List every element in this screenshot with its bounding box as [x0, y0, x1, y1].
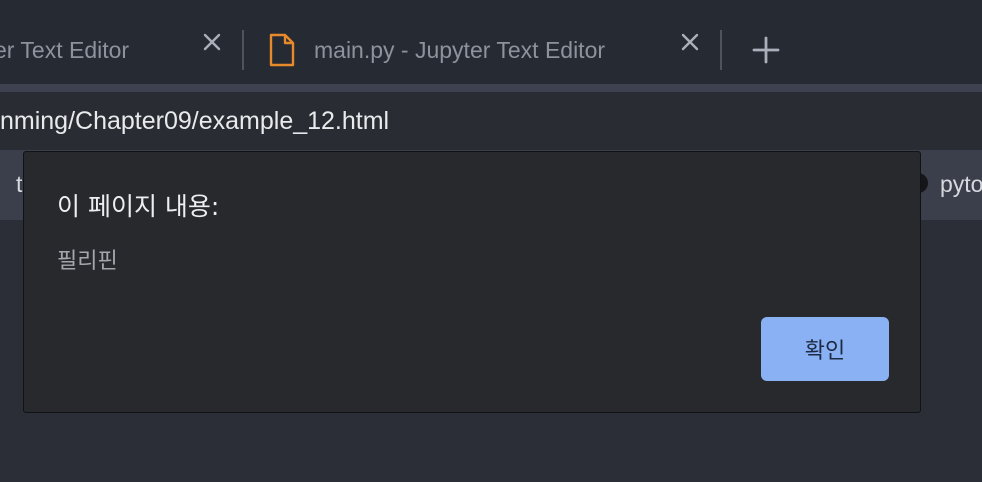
tab-close-icon[interactable]: [200, 30, 224, 54]
tab-label: main.py - Jupyter Text Editor: [314, 36, 606, 63]
plus-icon[interactable]: [752, 36, 780, 64]
url-text[interactable]: nming/Chapter09/example_12.html: [0, 104, 389, 138]
bookmark-item[interactable]: pyto: [940, 168, 982, 200]
tab-jupyter-text-editor[interactable]: er Text Editor: [0, 16, 129, 84]
alert-dialog: 이 페이지 내용: 필리핀 확인: [23, 151, 921, 413]
tab-label: er Text Editor: [0, 36, 130, 63]
tab-main-py[interactable]: main.py - Jupyter Text Editor: [268, 16, 605, 84]
tab-separator: [242, 30, 244, 70]
toolbar-border: [0, 84, 982, 92]
tab-close-icon[interactable]: [678, 30, 702, 54]
dialog-title: 이 페이지 내용:: [57, 192, 220, 221]
tab-separator: [720, 30, 722, 70]
ok-button[interactable]: 확인: [761, 317, 889, 381]
bookmark-item[interactable]: t: [16, 168, 22, 200]
dialog-message: 필리핀: [57, 249, 118, 274]
file-icon: [268, 33, 296, 67]
